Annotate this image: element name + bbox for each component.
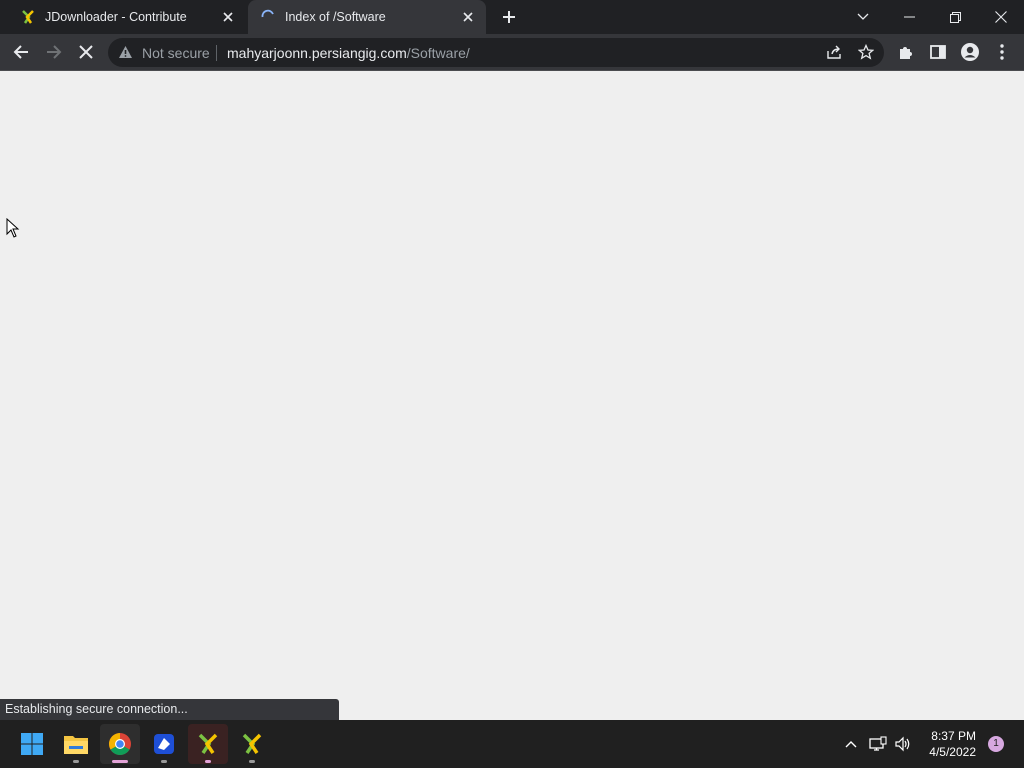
volume-icon[interactable]	[893, 734, 913, 754]
active-indicator	[112, 760, 128, 763]
extensions-button[interactable]	[892, 38, 920, 66]
file-explorer-button[interactable]	[56, 724, 96, 764]
app-taskbar-button[interactable]	[144, 724, 184, 764]
mouse-cursor-icon	[6, 217, 20, 243]
running-indicator	[205, 760, 211, 763]
jdownloader-taskbar-button-2[interactable]	[232, 724, 272, 764]
profile-button[interactable]	[956, 38, 984, 66]
tab-title: JDownloader - Contribute	[45, 10, 187, 24]
folder-icon	[64, 736, 88, 754]
running-indicator	[249, 760, 255, 763]
side-panel-button[interactable]	[924, 38, 952, 66]
warning-icon[interactable]	[118, 45, 133, 64]
chevron-up-icon	[845, 741, 857, 748]
status-bubble: Establishing secure connection...	[0, 699, 339, 720]
taskbar: 8:37 PM 4/5/2022	[0, 720, 1024, 768]
jdownloader-icon	[198, 733, 218, 754]
url-path: /Software/	[406, 45, 470, 61]
url-text[interactable]: mahyarjoonn.persiangig.com/Software/	[227, 45, 470, 61]
new-tab-button[interactable]	[498, 6, 520, 28]
close-tab-icon[interactable]	[216, 5, 240, 29]
share-icon[interactable]	[821, 39, 847, 65]
windows-start-icon	[21, 733, 43, 755]
tab-title: Index of /Software	[285, 10, 386, 24]
start-button[interactable]	[12, 724, 52, 764]
chrome-icon	[109, 733, 131, 755]
url-host: mahyarjoonn.persiangig.com	[227, 45, 407, 61]
running-indicator	[73, 760, 79, 763]
jdownloader-icon	[20, 9, 36, 25]
browser-toolbar: Not secure mahyarjoonn.persiangig.com/So…	[0, 34, 1024, 71]
kebab-menu-icon	[1000, 44, 1004, 60]
jdownloader-taskbar-button[interactable]	[188, 724, 228, 764]
chrome-taskbar-button[interactable]	[100, 724, 140, 764]
plus-icon	[503, 11, 515, 23]
page-content[interactable]	[0, 71, 1024, 720]
close-window-button[interactable]	[978, 0, 1024, 34]
clock-date: 4/5/2022	[929, 745, 976, 759]
avatar-icon	[961, 43, 979, 61]
notification-badge[interactable]: 1	[988, 736, 1004, 752]
show-hidden-icons-button[interactable]	[841, 734, 861, 754]
minimize-button[interactable]	[886, 0, 932, 34]
stop-loading-button[interactable]	[72, 38, 100, 66]
arrow-right-icon	[47, 45, 62, 59]
tab-index-of-software[interactable]: Index of /Software	[248, 0, 486, 34]
chevron-down-icon	[857, 13, 869, 20]
close-tab-icon[interactable]	[456, 5, 480, 29]
clock-time: 8:37 PM	[931, 729, 976, 743]
puzzle-icon	[900, 47, 912, 59]
jdownloader-icon	[242, 733, 262, 754]
network-icon[interactable]	[868, 734, 888, 754]
address-bar[interactable]: Not secure mahyarjoonn.persiangig.com/So…	[108, 38, 884, 67]
forward-button[interactable]	[40, 38, 68, 66]
close-icon	[995, 11, 1007, 23]
stop-icon	[79, 45, 93, 59]
loading-spinner-icon	[260, 9, 276, 25]
bookmark-star-icon[interactable]	[853, 39, 879, 65]
tab-strip: JDownloader - Contribute Index of /Softw…	[0, 0, 1024, 34]
tab-search-button[interactable]	[840, 0, 886, 34]
omnibox-divider	[216, 45, 217, 61]
menu-button[interactable]	[988, 38, 1016, 66]
restore-button[interactable]	[932, 0, 978, 34]
side-panel-icon	[930, 45, 946, 59]
back-button[interactable]	[7, 38, 35, 66]
running-indicator	[161, 760, 167, 763]
tab-jdownloader[interactable]: JDownloader - Contribute	[8, 0, 246, 34]
system-clock[interactable]: 8:37 PM 4/5/2022	[929, 728, 976, 760]
app-icon	[154, 734, 174, 754]
security-status-label[interactable]: Not secure	[142, 45, 210, 61]
restore-icon	[949, 11, 961, 23]
arrow-left-icon	[13, 45, 28, 59]
minimize-icon	[903, 16, 915, 18]
